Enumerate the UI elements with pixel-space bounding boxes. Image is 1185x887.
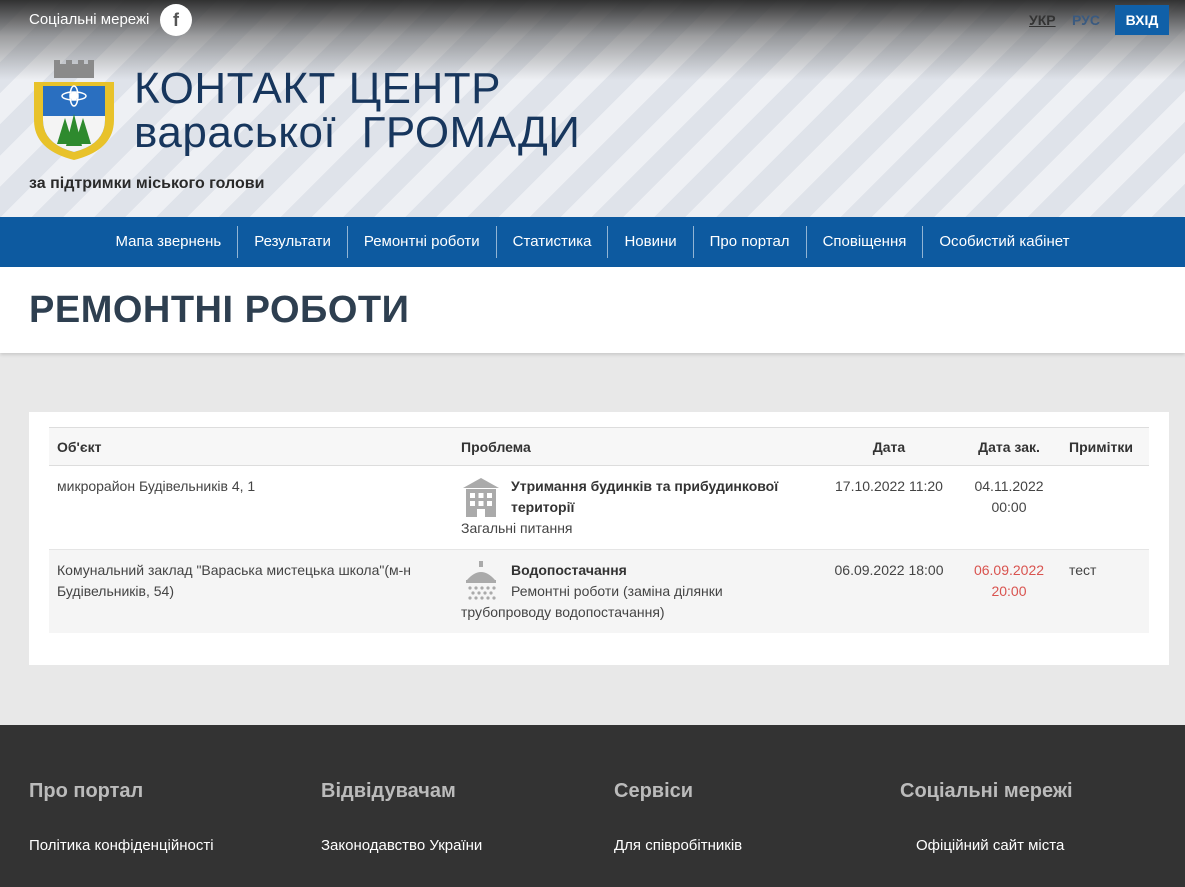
footer-title-social: Соціальні мережі	[900, 780, 1073, 802]
col-header-date[interactable]: Дата	[821, 427, 957, 466]
site-header: Соціальні мережі f УКР РУС ВХІД КОНТАКТ …	[0, 0, 1185, 217]
site-subtitle: за підтримки міського голови	[29, 175, 265, 192]
nav-item-about[interactable]: Про портал	[692, 226, 806, 258]
nav-item-results[interactable]: Результати	[237, 226, 347, 258]
footer-link-official-site[interactable]: Офіційний сайт міста	[916, 837, 1064, 854]
repairs-table: Об'єкт Проблема Дата Дата зак. Примітки …	[49, 427, 1149, 633]
cell-notes: тест	[1061, 549, 1149, 633]
lang-ukr-link[interactable]: УКР	[1029, 12, 1056, 28]
footer-link-legislation[interactable]: Законодавство України	[321, 837, 482, 854]
city-crest-icon[interactable]	[29, 60, 119, 160]
problem-description: Загальні питання	[461, 520, 573, 536]
nav-item-statistics[interactable]: Статистика	[495, 226, 608, 258]
footer-title-visitors: Відвідувачам	[321, 780, 456, 802]
cell-date: 17.10.2022 11:20	[821, 465, 957, 550]
footer-title-about: Про портал	[29, 780, 144, 802]
cell-object: микрорайон Будівельників 4, 1	[49, 465, 453, 550]
cell-date-closed: 04.11.2022 00:00	[957, 465, 1061, 550]
page-title-band: РЕМОНТНІ РОБОТИ	[0, 267, 1185, 353]
shower-icon	[466, 561, 496, 600]
cell-problem: Утримання будинків та прибудинкової тери…	[453, 465, 821, 550]
table-row[interactable]: микрорайон Будівельників 4, 1 Утримання …	[49, 465, 1149, 550]
social-networks-label: Соціальні мережі	[29, 11, 150, 28]
nav-item-map[interactable]: Мапа звернень	[100, 226, 238, 258]
cell-object: Комунальний заклад "Вараська мистецька ш…	[49, 549, 453, 633]
main-nav: Мапа звернень Результати Ремонтні роботи…	[0, 217, 1185, 267]
repairs-card: Об'єкт Проблема Дата Дата зак. Примітки …	[29, 412, 1169, 665]
building-icon	[463, 478, 499, 517]
col-header-problem[interactable]: Проблема	[453, 427, 821, 466]
nav-item-repairs[interactable]: Ремонтні роботи	[346, 226, 496, 258]
cell-problem: Водопостачання Ремонтні роботи (заміна д…	[453, 549, 821, 633]
cell-date-closed: 06.09.2022 20:00	[957, 549, 1061, 633]
site-title-line2: вараської ГРОМАДИ	[134, 108, 581, 157]
problem-title: Утримання будинків та прибудинкової тери…	[511, 478, 779, 515]
footer-link-privacy[interactable]: Політика конфіденційності	[29, 837, 214, 854]
facebook-icon[interactable]: f	[160, 4, 192, 36]
col-header-date-closed[interactable]: Дата зак.	[957, 427, 1061, 466]
problem-title: Водопостачання	[511, 562, 627, 578]
footer-title-services: Сервіси	[614, 780, 694, 802]
page-title: РЕМОНТНІ РОБОТИ	[29, 289, 410, 331]
login-button[interactable]: ВХІД	[1115, 5, 1169, 35]
nav-item-notifications[interactable]: Сповіщення	[805, 226, 923, 258]
col-header-notes[interactable]: Примітки	[1061, 427, 1149, 466]
table-header-row: Об'єкт Проблема Дата Дата зак. Примітки	[49, 427, 1149, 466]
footer-link-staff[interactable]: Для співробітників	[614, 837, 742, 854]
nav-item-news[interactable]: Новини	[607, 226, 692, 258]
cell-date: 06.09.2022 18:00	[821, 549, 957, 633]
col-header-object[interactable]: Об'єкт	[49, 427, 453, 466]
cell-notes	[1061, 465, 1149, 550]
problem-description: Ремонтні роботи (заміна ділянки трубопро…	[461, 583, 723, 620]
site-title-line1: КОНТАКТ ЦЕНТР	[134, 64, 502, 113]
site-footer: Про портал Відвідувачам Сервіси Соціальн…	[0, 725, 1185, 887]
table-row[interactable]: Комунальний заклад "Вараська мистецька ш…	[49, 549, 1149, 633]
nav-item-cabinet[interactable]: Особистий кабінет	[922, 226, 1085, 258]
lang-rus-link[interactable]: РУС	[1072, 12, 1100, 28]
